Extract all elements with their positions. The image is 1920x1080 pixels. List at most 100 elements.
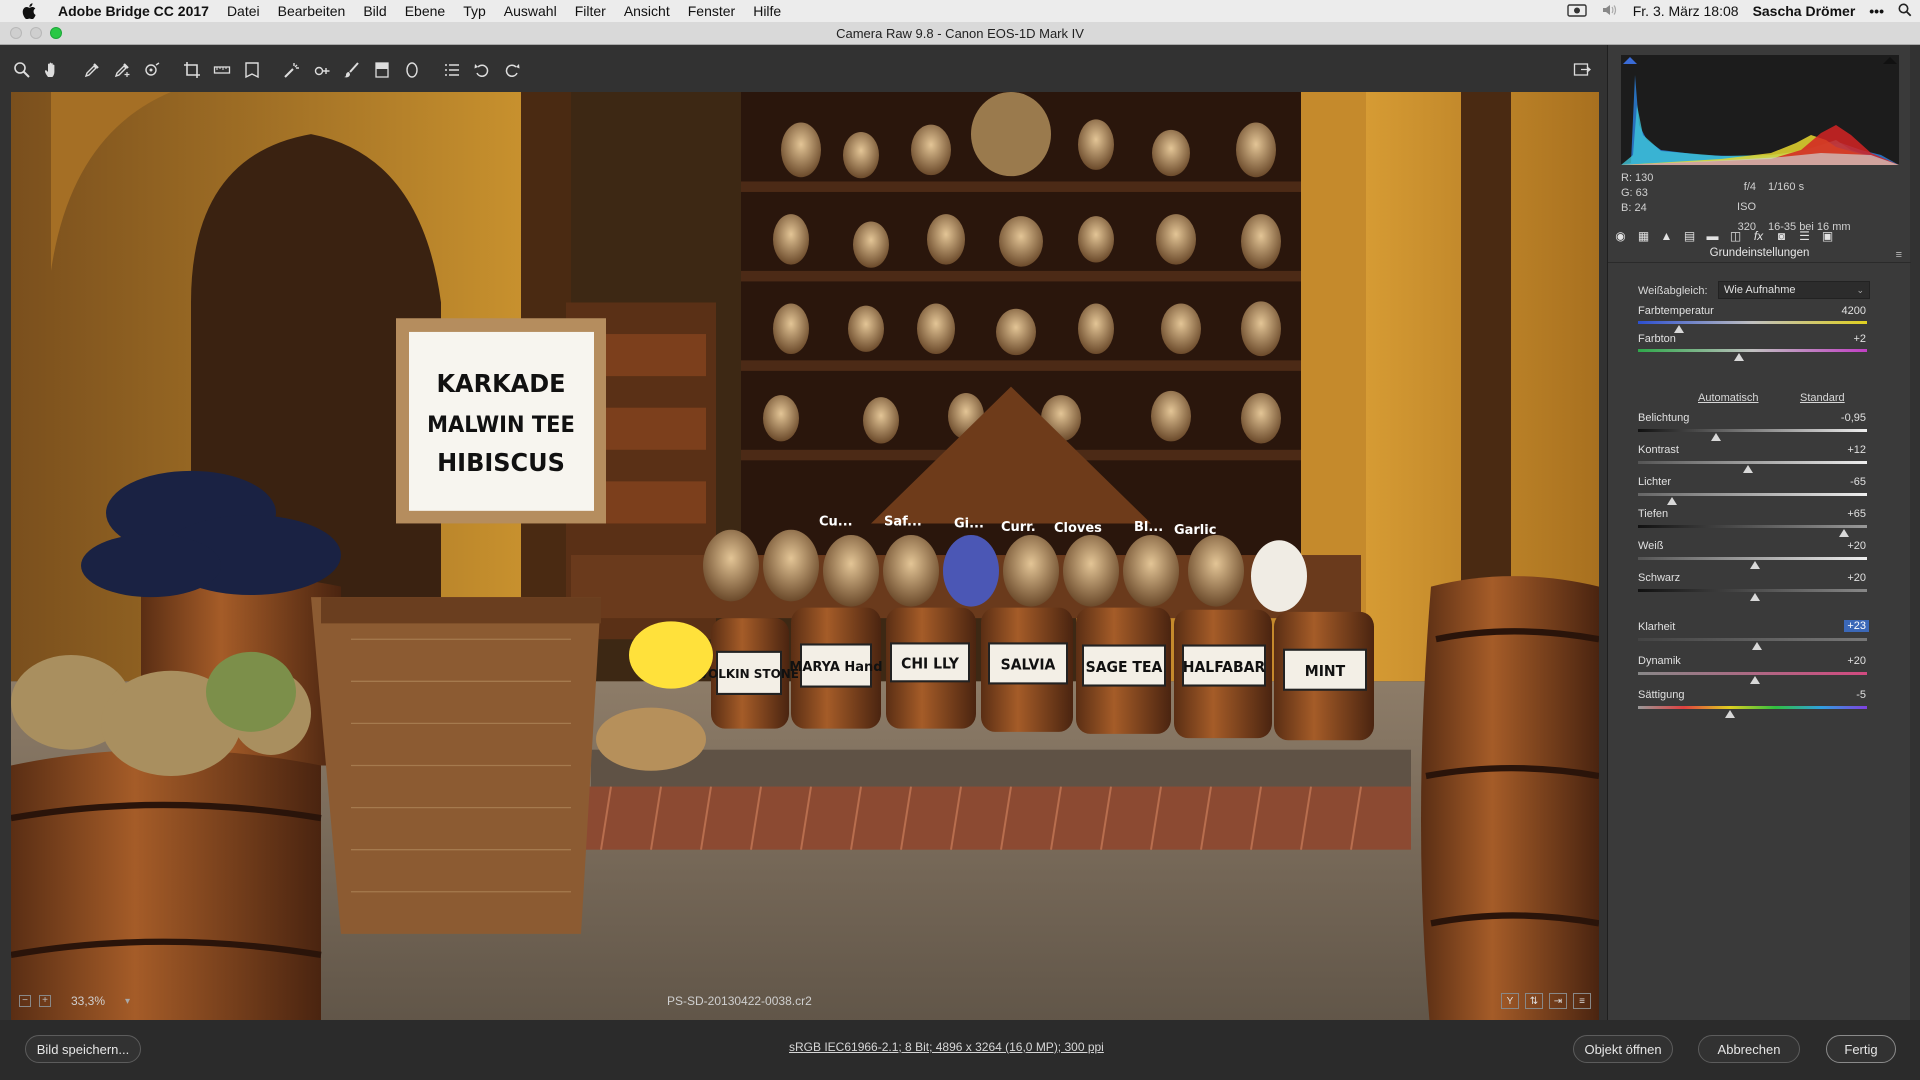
save-image-button[interactable]: Bild speichern...: [25, 1035, 141, 1063]
tab-tone-curve-icon[interactable]: ▦: [1636, 229, 1651, 244]
rotate-right-icon[interactable]: [500, 58, 524, 82]
before-after-toggle-icon[interactable]: Y: [1501, 993, 1519, 1009]
more-icon[interactable]: •••: [1869, 3, 1884, 19]
tab-detail-icon[interactable]: ▲: [1659, 229, 1674, 244]
slider-value[interactable]: -65: [1850, 476, 1866, 488]
adjustment-brush-icon[interactable]: [340, 58, 364, 82]
slider-track[interactable]: [1638, 349, 1867, 352]
menu-clock[interactable]: Fr. 3. März 18:08: [1633, 3, 1739, 19]
workflow-options-link[interactable]: sRGB IEC61966-2.1; 8 Bit; 4896 x 3264 (1…: [789, 1040, 1104, 1054]
straighten-tool-icon[interactable]: [210, 58, 234, 82]
zoom-out-button[interactable]: −: [19, 995, 31, 1007]
white-balance-select[interactable]: Wie Aufnahme ⌄: [1718, 281, 1870, 299]
zoom-dropdown-icon[interactable]: ▾: [125, 996, 130, 1007]
zoom-in-button[interactable]: +: [39, 995, 51, 1007]
photo-preview[interactable]: Cu... Saf... Gi... Curr. Cloves Bl... Ga…: [11, 92, 1599, 1037]
highlight-clipping-icon[interactable]: [1883, 57, 1897, 64]
graduated-filter-icon[interactable]: [370, 58, 394, 82]
menu-hilfe[interactable]: Hilfe: [744, 0, 790, 22]
menu-datei[interactable]: Datei: [218, 0, 269, 22]
slider-value[interactable]: +20: [1847, 655, 1866, 667]
menu-bearbeiten[interactable]: Bearbeiten: [269, 0, 355, 22]
slider-track[interactable]: [1638, 321, 1867, 324]
volume-icon[interactable]: [1601, 3, 1619, 20]
tab-snapshots-icon[interactable]: ▣: [1820, 229, 1835, 244]
panel-menu-icon[interactable]: ≡: [1896, 249, 1902, 261]
auto-link[interactable]: Automatisch: [1698, 392, 1759, 404]
targeted-adjustment-icon[interactable]: [140, 58, 164, 82]
jar-label: Bl...: [1134, 520, 1163, 535]
tab-basic-icon[interactable]: ◉: [1613, 229, 1628, 244]
slider-thumb[interactable]: [1749, 593, 1760, 601]
transform-tool-icon[interactable]: [240, 58, 264, 82]
tab-split-toning-icon[interactable]: ▬: [1705, 229, 1720, 244]
slider-track[interactable]: [1638, 672, 1867, 675]
open-object-button[interactable]: Objekt öffnen: [1573, 1035, 1673, 1063]
slider-thumb[interactable]: [1667, 497, 1678, 505]
spotlight-search-icon[interactable]: [1898, 3, 1912, 20]
slider-value[interactable]: 4200: [1842, 305, 1866, 317]
hand-tool-icon[interactable]: [40, 58, 64, 82]
screen-record-icon[interactable]: [1567, 3, 1587, 20]
slider-track[interactable]: [1638, 706, 1867, 709]
menu-auswahl[interactable]: Auswahl: [495, 0, 566, 22]
slider-track[interactable]: [1638, 493, 1867, 496]
slider-value[interactable]: +20: [1847, 540, 1866, 552]
menu-user[interactable]: Sascha Drömer: [1753, 3, 1856, 19]
slider-value[interactable]: +2: [1853, 333, 1866, 345]
color-sampler-icon[interactable]: [110, 58, 134, 82]
menu-ansicht[interactable]: Ansicht: [615, 0, 679, 22]
copy-settings-icon[interactable]: ⇥: [1549, 993, 1567, 1009]
menu-fenster[interactable]: Fenster: [679, 0, 744, 22]
slider-value[interactable]: +65: [1847, 508, 1866, 520]
slider-thumb[interactable]: [1710, 433, 1721, 441]
slider-track[interactable]: [1638, 589, 1867, 592]
default-link[interactable]: Standard: [1800, 392, 1845, 404]
slider-value[interactable]: -5: [1856, 689, 1866, 701]
apple-icon[interactable]: [20, 2, 38, 20]
eyedropper-icon[interactable]: [80, 58, 104, 82]
menu-filter[interactable]: Filter: [566, 0, 615, 22]
red-eye-icon[interactable]: [310, 58, 334, 82]
tab-hsl-icon[interactable]: ▤: [1682, 229, 1697, 244]
window-titlebar: Camera Raw 9.8 - Canon EOS-1D Mark IV: [0, 22, 1920, 45]
slider-thumb[interactable]: [1724, 710, 1735, 718]
crop-tool-icon[interactable]: [180, 58, 204, 82]
toggle-defaults-icon[interactable]: ≡: [1573, 993, 1591, 1009]
slider-thumb[interactable]: [1749, 676, 1760, 684]
slider-track[interactable]: [1638, 429, 1867, 432]
slider-thumb[interactable]: [1749, 561, 1760, 569]
tab-effects-icon[interactable]: fx: [1751, 229, 1766, 244]
slider-track[interactable]: [1638, 557, 1867, 560]
tab-presets-icon[interactable]: ☰: [1797, 229, 1812, 244]
cancel-button[interactable]: Abbrechen: [1698, 1035, 1800, 1063]
zoom-tool-icon[interactable]: [10, 58, 34, 82]
swap-settings-icon[interactable]: ⇅: [1525, 993, 1543, 1009]
radial-filter-icon[interactable]: [400, 58, 424, 82]
slider-value[interactable]: +20: [1847, 572, 1866, 584]
slider-track[interactable]: [1638, 638, 1867, 641]
slider-track[interactable]: [1638, 461, 1867, 464]
menu-typ[interactable]: Typ: [454, 0, 495, 22]
zoom-level[interactable]: 33,3%: [71, 994, 105, 1008]
shadow-clipping-icon[interactable]: [1623, 57, 1637, 64]
slider-thumb[interactable]: [1752, 642, 1763, 650]
slider-value-input[interactable]: +23: [1844, 620, 1869, 632]
tab-camera-calibration-icon[interactable]: ◙: [1774, 229, 1789, 244]
open-in-photoshop-icon[interactable]: [1570, 58, 1594, 82]
slider-value[interactable]: -0,95: [1841, 412, 1866, 424]
slider-thumb[interactable]: [1742, 465, 1753, 473]
slider-thumb[interactable]: [1733, 353, 1744, 361]
slider-thumb[interactable]: [1839, 529, 1850, 537]
slider-value[interactable]: +12: [1847, 444, 1866, 456]
menu-app-name[interactable]: Adobe Bridge CC 2017: [50, 0, 218, 22]
tab-lens-corrections-icon[interactable]: ◫: [1728, 229, 1743, 244]
rotate-left-icon[interactable]: [470, 58, 494, 82]
spot-removal-icon[interactable]: [280, 58, 304, 82]
menu-bild[interactable]: Bild: [354, 0, 395, 22]
slider-track[interactable]: [1638, 525, 1867, 528]
preferences-icon[interactable]: [440, 58, 464, 82]
slider-thumb[interactable]: [1674, 325, 1685, 333]
done-button[interactable]: Fertig: [1826, 1035, 1896, 1063]
menu-ebene[interactable]: Ebene: [396, 0, 454, 22]
